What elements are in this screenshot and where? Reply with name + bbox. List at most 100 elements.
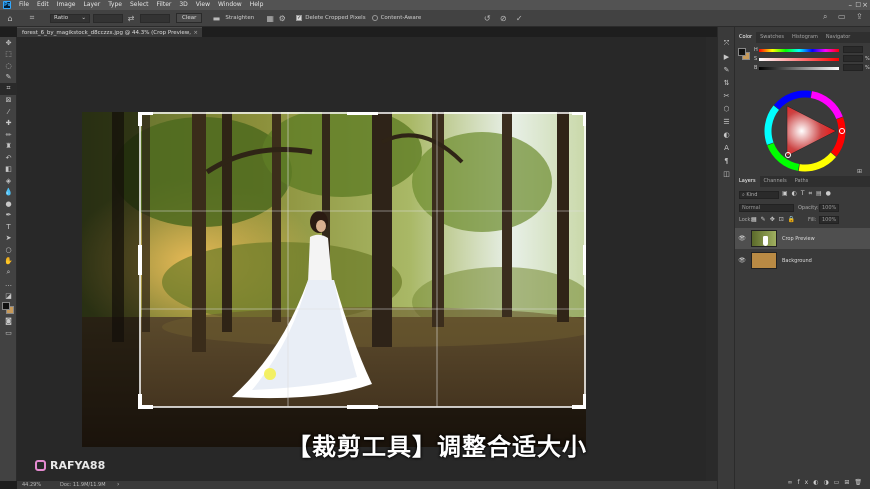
ratio-select[interactable]: Ratio ⌄	[50, 13, 90, 23]
search-icon[interactable]: ⌕	[823, 12, 827, 22]
more-tools-icon[interactable]: …	[0, 279, 17, 291]
libraries-icon[interactable]: ◐	[718, 128, 735, 141]
layer-row-crop-preview[interactable]: 👁 Crop Preview	[735, 228, 870, 249]
pen-tool-icon[interactable]: ✒	[0, 210, 17, 222]
brightness-slider[interactable]	[759, 67, 839, 70]
paragraph-panel-icon[interactable]: ¶	[718, 154, 735, 167]
layer-name[interactable]: Crop Preview	[782, 236, 815, 242]
history-panel-icon[interactable]: ⤧	[718, 37, 735, 50]
brush-tool-icon[interactable]: ✏	[0, 129, 17, 141]
canvas-area[interactable]	[17, 37, 717, 481]
frame-tool-icon[interactable]: ⊠	[0, 95, 17, 107]
adjustments-icon[interactable]: ⇅	[718, 76, 735, 89]
saturation-value-field[interactable]	[843, 55, 863, 62]
content-aware-checkbox[interactable]	[371, 15, 378, 21]
crop-tool-icon[interactable]: ⌗	[0, 83, 17, 95]
ellipse-tool-icon[interactable]: ○	[0, 244, 17, 256]
layer-comps-icon[interactable]: ◫	[718, 167, 735, 180]
history-brush-icon[interactable]: ↶	[0, 152, 17, 164]
straighten-label[interactable]: Straighten	[225, 15, 254, 21]
vertical-scrollbar[interactable]	[706, 37, 717, 481]
type-tool-icon[interactable]: T	[0, 221, 17, 233]
color-foreground-swatch[interactable]	[738, 48, 746, 56]
reset-crop-icon[interactable]: ↺	[481, 12, 493, 24]
menu-layer[interactable]: Layer	[79, 0, 104, 10]
menu-edit[interactable]: Edit	[33, 0, 53, 10]
tab-navigator[interactable]: Navigator	[822, 32, 854, 43]
paint-bucket-icon[interactable]: ◈	[0, 175, 17, 187]
default-colors-icon[interactable]: ◪	[0, 290, 17, 302]
status-menu-arrow-icon[interactable]: ›	[117, 481, 119, 489]
ratio-width-input[interactable]	[93, 13, 123, 23]
foreground-color-swatch[interactable]	[2, 301, 10, 310]
overlay-grid-icon[interactable]: ▦	[264, 12, 276, 24]
home-icon[interactable]: ⌂	[4, 12, 16, 24]
tab-swatches[interactable]: Swatches	[756, 32, 788, 43]
layer-filter-kind-select[interactable]: ⌕ Kind	[739, 191, 779, 199]
path-selection-icon[interactable]: ➤	[0, 233, 17, 245]
3d-panel-icon[interactable]: ⬡	[718, 102, 735, 115]
hand-tool-icon[interactable]: ✋	[0, 256, 17, 268]
properties-panel-icon[interactable]: ☰	[718, 115, 735, 128]
swap-dimensions-icon[interactable]: ⇄	[125, 12, 137, 24]
hue-slider[interactable]	[759, 49, 839, 52]
quick-mask-icon[interactable]: ◙	[0, 316, 17, 328]
menu-view[interactable]: View	[192, 0, 214, 10]
maximize-icon[interactable]: □	[855, 0, 861, 10]
menu-select[interactable]: Select	[126, 0, 153, 10]
layer-row-background[interactable]: 👁 Background	[735, 250, 870, 271]
tab-channels[interactable]: Channels	[760, 176, 791, 187]
lasso-tool-icon[interactable]: ◌	[0, 60, 17, 72]
move-tool-icon[interactable]: ✥	[0, 37, 17, 49]
eyedropper-icon[interactable]: ⁄	[0, 106, 17, 118]
menu-image[interactable]: Image	[53, 0, 80, 10]
menu-3d[interactable]: 3D	[175, 0, 191, 10]
screen-mode-icon[interactable]: ▭	[0, 327, 17, 339]
close-window-icon[interactable]: ×	[862, 0, 868, 10]
clone-stamp-icon[interactable]: ♜	[0, 141, 17, 153]
ratio-height-input[interactable]	[140, 13, 170, 23]
menu-type[interactable]: Type	[104, 0, 126, 10]
workspace-icon[interactable]: ▭	[838, 12, 846, 21]
tool-presets-icon[interactable]: ✂	[718, 89, 735, 102]
document-tab[interactable]: forest_6_by_magikstock_d8cczzx.jpg @ 44.…	[17, 27, 202, 46]
zoom-tool-icon[interactable]: ⌕	[0, 267, 17, 279]
layer-filter-icons[interactable]: ▣◐T⌗▤●	[782, 190, 835, 198]
rectangular-marquee-icon[interactable]: ⬚	[0, 49, 17, 61]
delete-cropped-pixels-checkbox[interactable]: ✓	[296, 15, 303, 21]
share-icon[interactable]: ⇪	[856, 12, 863, 21]
eye-visibility-icon[interactable]: 👁	[735, 257, 749, 264]
dodge-tool-icon[interactable]: ●	[0, 198, 17, 210]
menu-filter[interactable]: Filter	[153, 0, 176, 10]
healing-brush-icon[interactable]: ✚	[0, 118, 17, 130]
brightness-value-field[interactable]	[843, 64, 863, 71]
tab-histogram[interactable]: Histogram	[788, 32, 822, 43]
layer-name[interactable]: Background	[782, 258, 812, 264]
menu-window[interactable]: Window	[214, 0, 246, 10]
actions-panel-icon[interactable]: ▶	[718, 50, 735, 63]
menu-help[interactable]: Help	[246, 0, 268, 10]
crop-settings-gear-icon[interactable]: ⚙	[276, 12, 288, 24]
straighten-icon[interactable]: ▬	[210, 12, 222, 24]
fill-input[interactable]: 100%	[819, 216, 839, 224]
blend-mode-select[interactable]: Normal	[739, 204, 794, 212]
color-wheel[interactable]	[735, 84, 870, 179]
cancel-crop-icon[interactable]: ⊘	[497, 12, 509, 24]
blur-tool-icon[interactable]: 💧	[0, 187, 17, 199]
eraser-icon[interactable]: ◧	[0, 164, 17, 176]
menu-file[interactable]: File	[15, 0, 33, 10]
layers-panel-footer-icons[interactable]: ∞fx◐◑▭⊞🗑	[735, 479, 870, 487]
tab-paths[interactable]: Paths	[791, 176, 813, 187]
saturation-slider[interactable]	[759, 58, 839, 61]
brush-settings-icon[interactable]: ✎	[718, 63, 735, 76]
minimize-icon[interactable]: –	[849, 0, 853, 10]
hue-value-field[interactable]	[843, 46, 863, 53]
quick-selection-icon[interactable]: ✎	[0, 72, 17, 84]
tab-color[interactable]: Color	[735, 32, 757, 43]
photo-crop-preview[interactable]	[82, 112, 586, 447]
clear-button[interactable]: Clear	[176, 13, 203, 23]
eye-visibility-icon[interactable]: 👁	[735, 235, 749, 242]
opacity-input[interactable]: 100%	[819, 204, 839, 212]
crop-tool-preset-icon[interactable]: ⌗	[26, 12, 38, 24]
tab-layers[interactable]: Layers	[735, 176, 760, 187]
